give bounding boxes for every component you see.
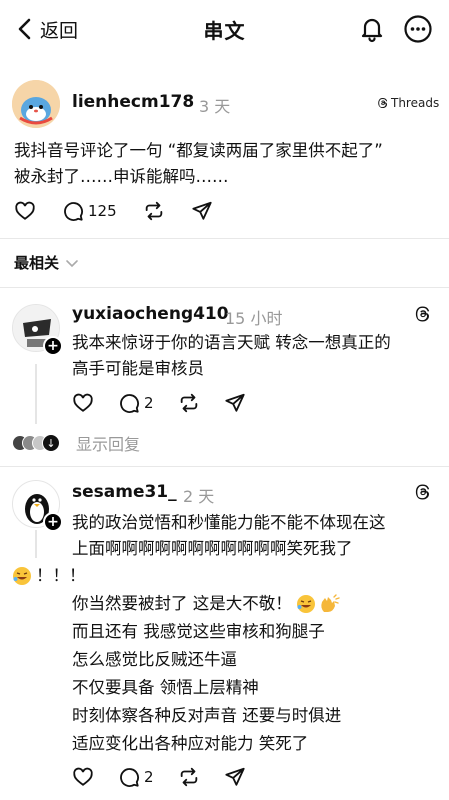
comment-username[interactable]: yuxiaocheng410: [72, 304, 229, 324]
repost-button[interactable]: [178, 766, 200, 788]
post-actions: 125: [14, 200, 213, 222]
arrow-down-icon: ↓: [42, 434, 60, 452]
reply-count: 2: [144, 768, 154, 786]
post-text-line: 我抖音号评论了一句 “都复读两届了家里供不起了”: [14, 141, 383, 160]
rofl-emoji: [296, 595, 315, 613]
comment-text-row: ！！！: [12, 562, 442, 589]
reply-button[interactable]: 125: [62, 200, 117, 222]
threads-link[interactable]: Threads: [377, 96, 439, 110]
comment-text-line: 高手可能是审核员: [72, 359, 204, 378]
comment-icon: [64, 202, 83, 221]
comment-text-line: 适应变化出各种应对能力 笑死了: [72, 734, 309, 753]
comment-actions: 2: [72, 766, 246, 788]
sort-label: 最相关: [14, 254, 60, 272]
repost-icon: [180, 767, 197, 787]
top-nav-bar: 返回 串文: [0, 0, 449, 58]
comment-text-line: 不仅要具备 领悟上层精神: [72, 678, 259, 697]
comment-body-continued: 你当然要被封了 这是大不敬！ 而且还有 我感觉这些审核和狗腿子 怎么感觉比反贼还…: [72, 590, 442, 758]
comment-text-line: ！！！: [36, 566, 86, 585]
heart-icon: [73, 767, 93, 786]
heart-icon: [15, 201, 35, 220]
divider: [0, 466, 449, 467]
show-replies-label: 显示回复: [76, 435, 141, 454]
chevron-down-icon: [66, 259, 78, 267]
post-timestamp: 3 天: [199, 97, 231, 116]
repost-icon: [145, 201, 162, 221]
repost-button[interactable]: [143, 200, 165, 222]
comment-text-line: 怎么感觉比反贼还牛逼: [72, 650, 237, 669]
repost-icon: [180, 393, 197, 413]
comment-actions: 2: [72, 392, 246, 414]
send-icon: [192, 201, 212, 220]
threads-brand-label: Threads: [391, 96, 440, 110]
send-icon: [224, 393, 245, 412]
heart-icon: [73, 393, 93, 412]
comment-text-line: 我本来惊讶于你的语言天赋 转念一想真正的: [72, 333, 391, 352]
comment-username[interactable]: sesame31_: [72, 482, 177, 502]
comment-body: 我本来惊讶于你的语言天赋 转念一想真正的 高手可能是审核员: [72, 330, 442, 382]
more-icon[interactable]: [403, 14, 433, 44]
reply-button[interactable]: 2: [118, 766, 154, 788]
divider: [0, 287, 449, 288]
clapping-hands-emoji: [321, 594, 340, 612]
like-button[interactable]: [72, 392, 94, 414]
threads-logo-icon: [415, 306, 430, 322]
comment-icon: [120, 394, 139, 413]
comment-timestamp: 2 天: [183, 487, 215, 506]
follow-button[interactable]: +: [43, 512, 63, 532]
comment-text-line: 上面啊啊啊啊啊啊啊啊啊啊啊笑死我了: [72, 539, 353, 558]
divider: [0, 238, 449, 239]
bell-icon[interactable]: [358, 15, 386, 43]
post-username[interactable]: lienhecm178: [72, 92, 194, 112]
post-body: 我抖音号评论了一句 “都复读两届了家里供不起了” 被永封了……申诉能解吗……: [14, 138, 439, 190]
follow-button[interactable]: +: [43, 336, 63, 356]
threads-logo-icon: [378, 98, 388, 108]
comment-text-line: 时刻体察各种反对声音 还要与时俱进: [72, 706, 342, 725]
like-button[interactable]: [72, 766, 94, 788]
comment-text-line: 而且还有 我感觉这些审核和狗腿子: [72, 622, 325, 641]
send-icon: [224, 767, 245, 786]
reply-button[interactable]: 2: [118, 392, 154, 414]
post-text-line: 被永封了……申诉能解吗……: [14, 167, 229, 186]
share-button[interactable]: [224, 392, 246, 414]
comment-text-row: 你当然要被封了 这是大不敬！: [72, 590, 442, 618]
avatar[interactable]: [12, 80, 60, 128]
comment-body-continued: ！！！: [12, 562, 442, 589]
repost-button[interactable]: [178, 392, 200, 414]
comment-body: 我的政治觉悟和秒懂能力能不能不体现在这 上面啊啊啊啊啊啊啊啊啊啊啊笑死我了: [72, 510, 442, 562]
comment-text-line: 你当然要被封了 这是大不敬！: [72, 594, 292, 613]
share-button[interactable]: [224, 766, 246, 788]
comment-icon: [120, 768, 139, 787]
rofl-emoji: [13, 566, 31, 585]
thread-connector: [35, 530, 37, 558]
reply-count: 2: [144, 394, 154, 412]
character-icon: [12, 80, 60, 128]
reply-count: 125: [88, 202, 117, 220]
share-button[interactable]: [191, 200, 213, 222]
like-button[interactable]: [14, 200, 36, 222]
comment-timestamp: 15 小时: [225, 309, 283, 328]
thread-connector: [35, 364, 37, 424]
show-replies-button[interactable]: ↓ 显示回复: [12, 430, 140, 456]
sort-dropdown[interactable]: 最相关: [14, 252, 79, 273]
threads-logo-icon: [415, 484, 430, 500]
comment-text-line: 我的政治觉悟和秒懂能力能不能不体现在这: [72, 513, 386, 532]
